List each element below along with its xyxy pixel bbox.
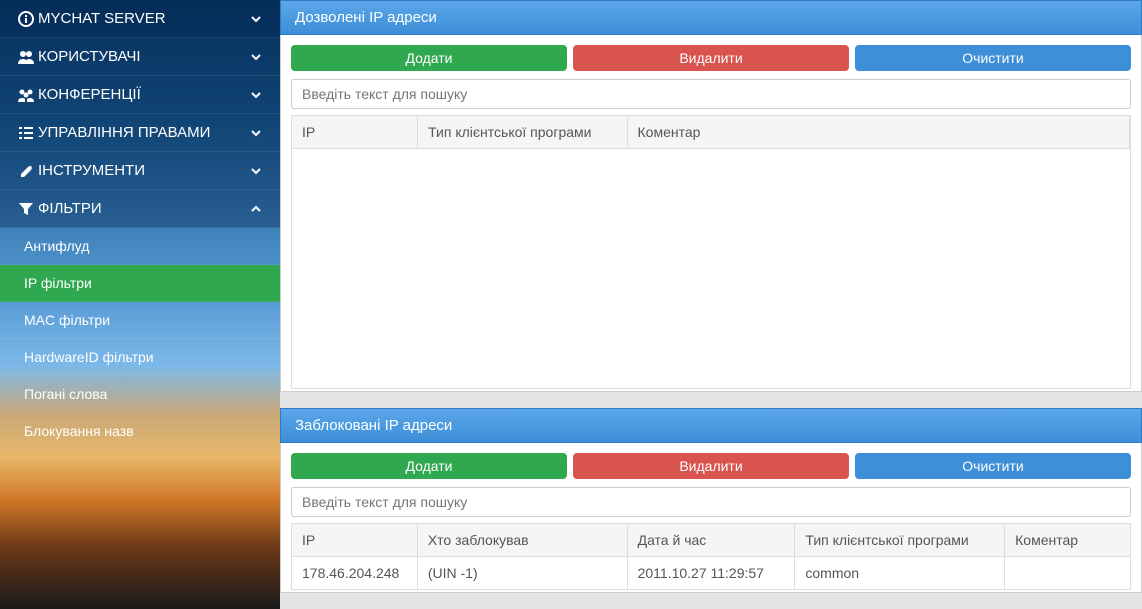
col-client-type[interactable]: Тип клієнтської програми <box>418 116 627 149</box>
chevron-down-icon <box>250 51 266 63</box>
nav-label: ІНСТРУМЕНТИ <box>38 162 250 179</box>
cell-datetime: 2011.10.27 11:29:57 <box>627 557 795 590</box>
users-icon <box>14 49 38 65</box>
nav-sub-label: MAC фільтри <box>24 312 266 328</box>
col-blocked-by[interactable]: Хто заблокував <box>417 524 627 557</box>
allowed-ip-panel: Дозволені IP адреси Додати Видалити Очис… <box>280 0 1142 392</box>
sidebar-item-ip-filters[interactable]: IP фільтри <box>0 265 280 302</box>
col-datetime[interactable]: Дата й час <box>627 524 795 557</box>
sidebar-item-bad-words[interactable]: Погані слова <box>0 376 280 413</box>
col-ip[interactable]: IP <box>292 524 418 557</box>
search-input[interactable] <box>291 487 1131 517</box>
search-input[interactable] <box>291 79 1131 109</box>
cell-client-type: common <box>795 557 1005 590</box>
nav-label: КОРИСТУВАЧІ <box>38 48 250 65</box>
chevron-up-icon <box>250 203 266 215</box>
sidebar-item-mac-filters[interactable]: MAC фільтри <box>0 302 280 339</box>
nav-label: КОНФЕРЕНЦІЇ <box>38 86 250 103</box>
col-comment[interactable]: Коментар <box>1005 524 1131 557</box>
nav-label: УПРАВЛІННЯ ПРАВАМИ <box>38 124 250 141</box>
sidebar: MYCHAT SERVER КОРИСТУВАЧІ КОНФЕРЕНЦІЇ <box>0 0 280 609</box>
nav-sub-label: Антифлуд <box>24 238 266 254</box>
nav-sub-label: HardwareID фільтри <box>24 349 266 365</box>
conference-icon <box>14 87 38 103</box>
col-comment[interactable]: Коментар <box>627 116 1130 149</box>
blocked-ip-panel: Заблоковані IP адреси Додати Видалити Оч… <box>280 408 1142 593</box>
chevron-down-icon <box>250 127 266 139</box>
nav-label: MYCHAT SERVER <box>38 10 250 27</box>
nav-section-users[interactable]: КОРИСТУВАЧІ <box>0 38 280 76</box>
col-client-type[interactable]: Тип клієнтської програми <box>795 524 1005 557</box>
wrench-icon <box>14 163 38 179</box>
cell-blocked-by: (UIN -1) <box>417 557 627 590</box>
sidebar-item-hwid-filters[interactable]: HardwareID фільтри <box>0 339 280 376</box>
nav-sub-label: Блокування назв <box>24 423 266 439</box>
nav-section-server[interactable]: MYCHAT SERVER <box>0 0 280 38</box>
nav-sub-label: Погані слова <box>24 386 266 402</box>
info-icon <box>14 11 38 27</box>
delete-button[interactable]: Видалити <box>573 45 849 71</box>
cell-ip: 178.46.204.248 <box>292 557 418 590</box>
panel-title: Дозволені IP адреси <box>280 0 1142 35</box>
filter-icon <box>14 201 38 217</box>
add-button[interactable]: Додати <box>291 45 567 71</box>
nav-section-filters[interactable]: ФІЛЬТРИ <box>0 190 280 228</box>
main-content: Дозволені IP адреси Додати Видалити Очис… <box>280 0 1142 609</box>
add-button[interactable]: Додати <box>291 453 567 479</box>
nav-label: ФІЛЬТРИ <box>38 200 250 217</box>
allowed-ip-table: IP Тип клієнтської програми Коментар <box>292 116 1130 149</box>
col-ip[interactable]: IP <box>292 116 418 149</box>
chevron-down-icon <box>250 13 266 25</box>
chevron-down-icon <box>250 165 266 177</box>
panel-title: Заблоковані IP адреси <box>280 408 1142 443</box>
delete-button[interactable]: Видалити <box>573 453 849 479</box>
clear-button[interactable]: Очистити <box>855 453 1131 479</box>
nav-section-tools[interactable]: ІНСТРУМЕНТИ <box>0 152 280 190</box>
sidebar-item-name-block[interactable]: Блокування назв <box>0 413 280 450</box>
blocked-ip-table: IP Хто заблокував Дата й час Тип клієнтс… <box>291 523 1131 590</box>
nav-sub-label: IP фільтри <box>24 275 266 291</box>
table-row[interactable]: 178.46.204.248 (UIN -1) 2011.10.27 11:29… <box>292 557 1131 590</box>
chevron-down-icon <box>250 89 266 101</box>
nav-section-conferences[interactable]: КОНФЕРЕНЦІЇ <box>0 76 280 114</box>
clear-button[interactable]: Очистити <box>855 45 1131 71</box>
list-icon <box>14 125 38 141</box>
sidebar-item-antifood[interactable]: Антифлуд <box>0 228 280 265</box>
nav-section-rights[interactable]: УПРАВЛІННЯ ПРАВАМИ <box>0 114 280 152</box>
cell-comment <box>1005 557 1131 590</box>
